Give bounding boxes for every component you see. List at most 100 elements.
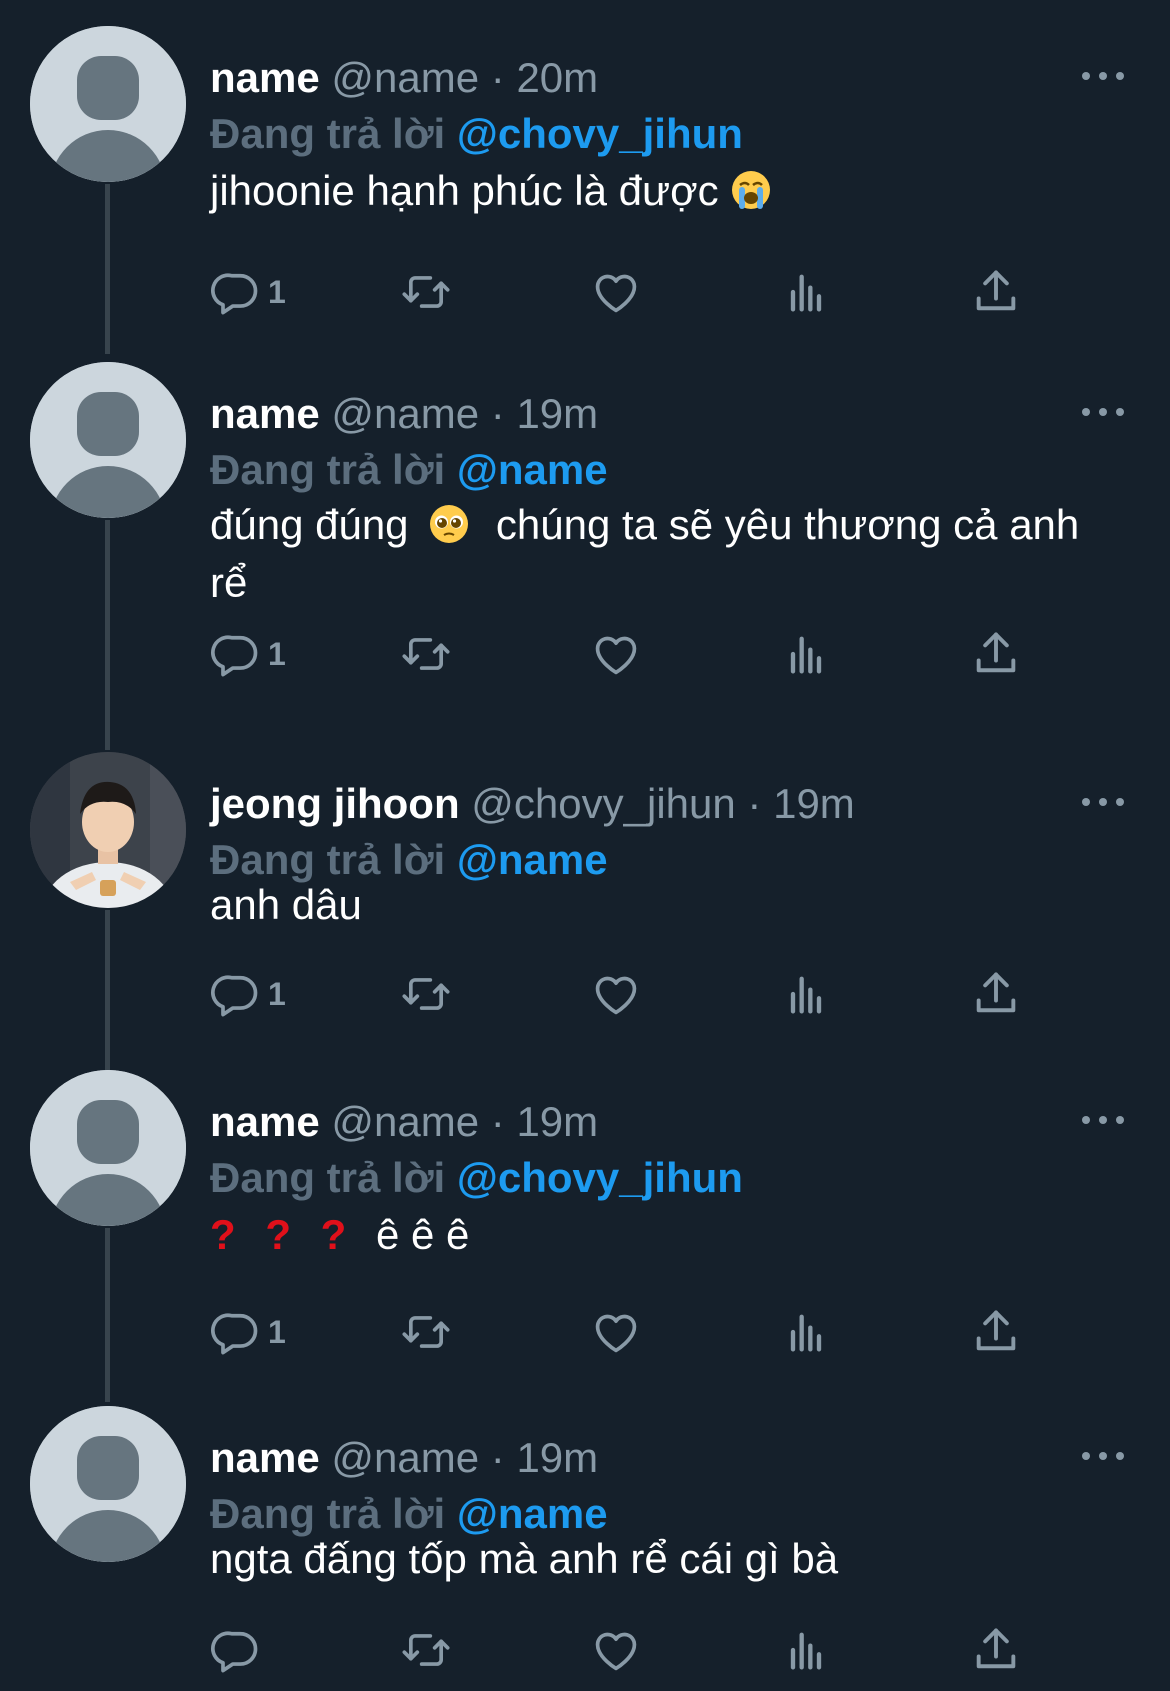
reply-count: 1: [268, 635, 286, 672]
handle[interactable]: @name: [331, 1434, 479, 1481]
retweet-icon: [402, 1316, 450, 1348]
handle[interactable]: @name: [331, 54, 479, 101]
share-button[interactable]: [970, 262, 1022, 322]
like-icon: [595, 1632, 637, 1671]
tweet-text: đúng đúng chúng ta sẽ yêu thương cả anh …: [210, 496, 1110, 612]
more-options-button[interactable]: [1080, 1110, 1126, 1130]
timestamp[interactable]: 19m: [773, 780, 855, 827]
tweet[interactable]: name @name · 19m Đang trả lời @name đúng…: [0, 362, 1170, 702]
display-name[interactable]: name: [210, 390, 320, 437]
separator: ·: [490, 54, 505, 101]
like-icon: [595, 1314, 637, 1353]
timestamp[interactable]: 19m: [516, 390, 598, 437]
retweet-icon: [402, 276, 450, 308]
default-avatar-icon: [30, 1070, 186, 1226]
avatar[interactable]: [30, 362, 186, 518]
reply-count: 1: [268, 975, 286, 1012]
tweet-text-part1: đúng đúng: [210, 501, 409, 548]
tweet-header: name @name · 19m: [210, 386, 598, 442]
tweet[interactable]: name @name · 19m Đang trả lời @name ngta…: [0, 1406, 1170, 1691]
reply-count: 1: [268, 1313, 286, 1350]
tweet-actions: 1: [210, 624, 1090, 684]
timestamp[interactable]: 20m: [516, 54, 598, 101]
more-options-icon: [1082, 408, 1124, 416]
views-icon: [790, 976, 822, 1014]
retweet-button[interactable]: [400, 964, 452, 1024]
retweet-icon: [402, 978, 450, 1010]
mention-link[interactable]: @name: [457, 446, 608, 493]
reply-button[interactable]: 1: [210, 624, 286, 684]
tweet-header: name @name · 20m: [210, 50, 598, 106]
default-avatar-icon: [30, 26, 186, 182]
like-button[interactable]: [590, 624, 642, 684]
reply-button[interactable]: 1: [210, 262, 286, 322]
views-button[interactable]: [780, 964, 832, 1024]
default-avatar-icon: [30, 362, 186, 518]
separator: ·: [490, 390, 505, 437]
replying-to: Đang trả lời @name: [210, 442, 608, 498]
tweet-actions: 1: [210, 1302, 1090, 1362]
handle[interactable]: @chovy_jihun: [471, 780, 735, 827]
reply-button[interactable]: [210, 1620, 268, 1680]
views-icon: [790, 636, 822, 674]
reply-button[interactable]: 1: [210, 964, 286, 1024]
share-button[interactable]: [970, 1302, 1022, 1362]
separator: ·: [747, 780, 762, 827]
display-name[interactable]: name: [210, 1434, 320, 1481]
more-options-button[interactable]: [1080, 1446, 1126, 1466]
avatar[interactable]: [30, 26, 186, 182]
timestamp[interactable]: 19m: [516, 1098, 598, 1145]
more-options-button[interactable]: [1080, 792, 1126, 812]
avatar[interactable]: [30, 1070, 186, 1226]
like-button[interactable]: [590, 1302, 642, 1362]
share-icon: [976, 1628, 1016, 1669]
tweet[interactable]: jeong jihoon @chovy_jihun · 19m Đang trả…: [0, 752, 1170, 1052]
retweet-icon: [402, 1634, 450, 1666]
reply-icon: [211, 975, 258, 1017]
share-icon: [976, 270, 1016, 311]
more-options-button[interactable]: [1080, 402, 1126, 422]
red-question-mark-emoji: ?: [265, 1211, 291, 1258]
replying-to: Đang trả lời @chovy_jihun: [210, 106, 743, 162]
retweet-button[interactable]: [400, 262, 452, 322]
views-icon: [790, 1314, 822, 1352]
reply-icon: [211, 635, 258, 677]
retweet-button[interactable]: [400, 1620, 452, 1680]
tweet-header: jeong jihoon @chovy_jihun · 19m: [210, 776, 855, 832]
loudly-crying-face-emoji-icon: [732, 171, 771, 209]
display-name[interactable]: jeong jihoon: [210, 780, 460, 827]
handle[interactable]: @name: [331, 1098, 479, 1145]
timestamp[interactable]: 19m: [516, 1434, 598, 1481]
reply-button[interactable]: 1: [210, 1302, 286, 1362]
display-name[interactable]: name: [210, 1098, 320, 1145]
like-button[interactable]: [590, 262, 642, 322]
tweet-text-content: anh dâu: [210, 881, 362, 928]
more-options-icon: [1082, 1452, 1124, 1460]
like-icon: [595, 636, 637, 675]
more-options-button[interactable]: [1080, 66, 1126, 86]
like-button[interactable]: [590, 1620, 642, 1680]
mention-link[interactable]: @chovy_jihun: [457, 1154, 743, 1201]
views-button[interactable]: [780, 262, 832, 322]
tweet-header: name @name · 19m: [210, 1094, 598, 1150]
views-button[interactable]: [780, 1620, 832, 1680]
retweet-button[interactable]: [400, 1302, 452, 1362]
display-name[interactable]: name: [210, 54, 320, 101]
share-icon: [976, 972, 1016, 1013]
share-button[interactable]: [970, 624, 1022, 684]
share-button[interactable]: [970, 964, 1022, 1024]
tweet[interactable]: name @name · 19m Đang trả lời @chovy_jih…: [0, 1070, 1170, 1370]
handle[interactable]: @name: [331, 390, 479, 437]
views-button[interactable]: [780, 1302, 832, 1362]
avatar[interactable]: [30, 752, 186, 908]
views-button[interactable]: [780, 624, 832, 684]
like-button[interactable]: [590, 964, 642, 1024]
like-icon: [595, 976, 637, 1015]
replying-label: Đang trả lời: [210, 1154, 446, 1201]
separator: ·: [490, 1098, 505, 1145]
mention-link[interactable]: @chovy_jihun: [457, 110, 743, 157]
share-button[interactable]: [970, 1620, 1022, 1680]
avatar[interactable]: [30, 1406, 186, 1562]
tweet[interactable]: name @name · 20m Đang trả lời @chovy_jih…: [0, 26, 1170, 326]
retweet-button[interactable]: [400, 624, 452, 684]
